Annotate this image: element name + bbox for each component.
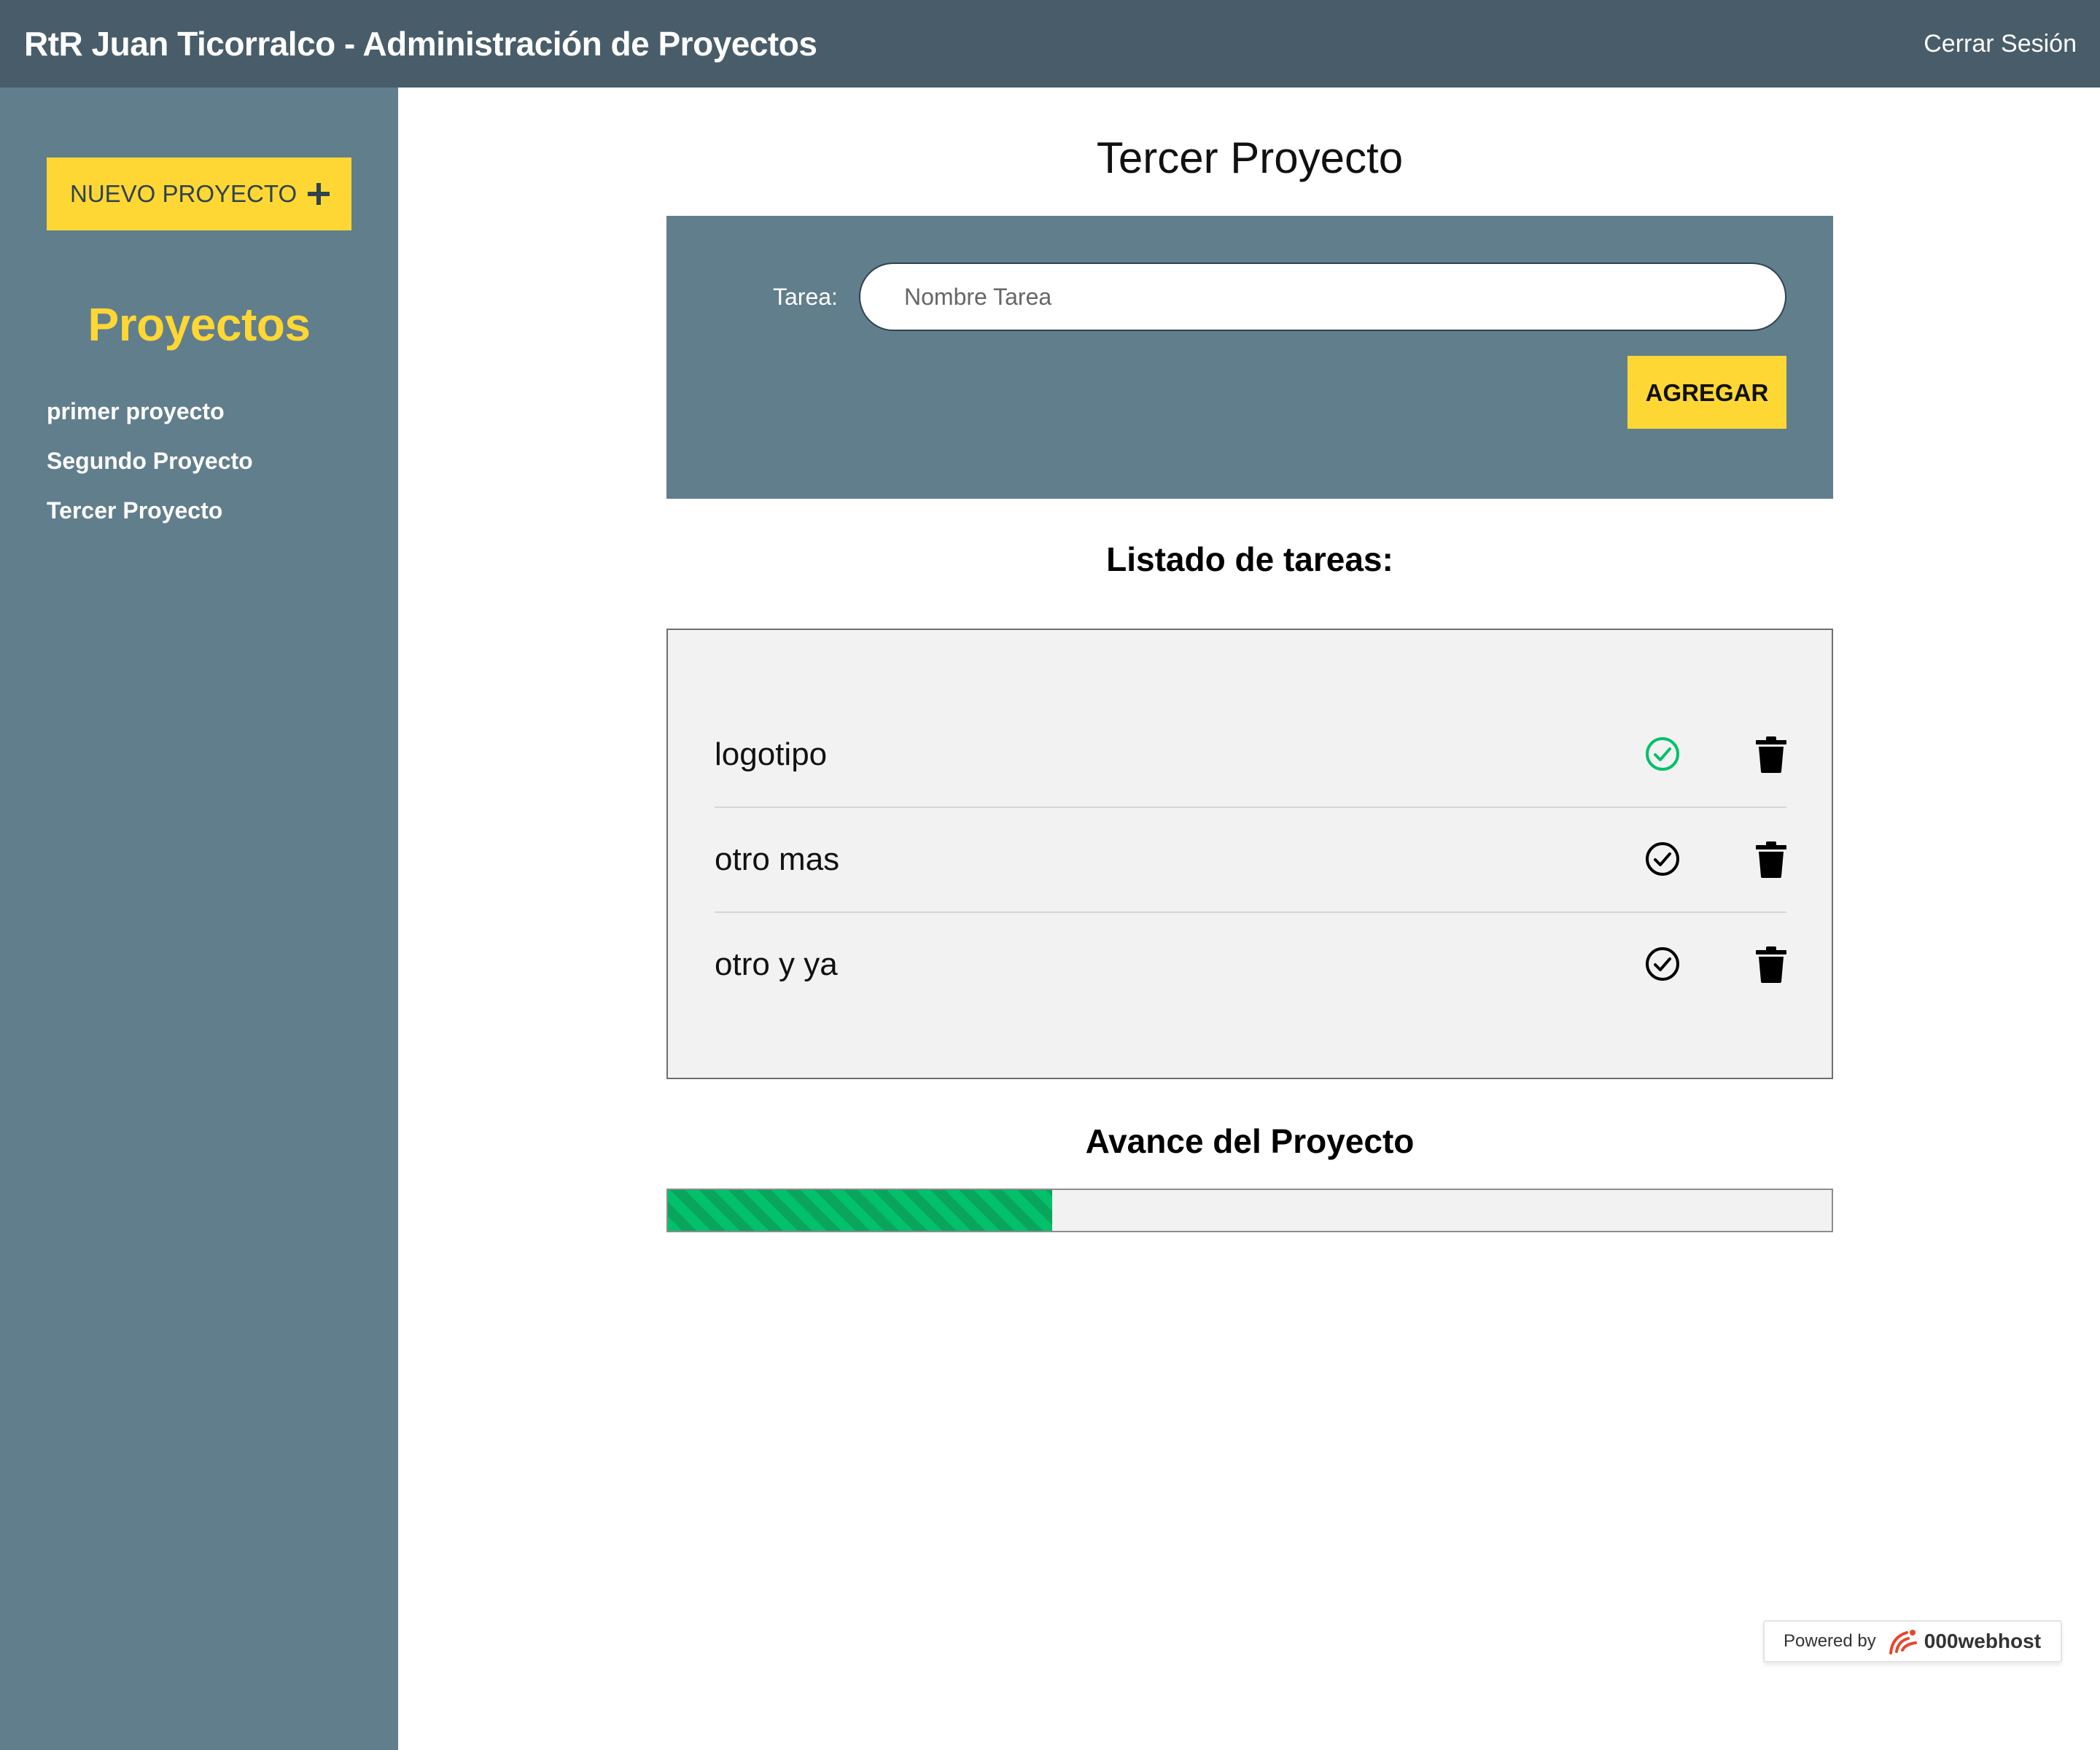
brand-name: 000webhost — [1924, 1630, 2042, 1652]
task-list: logotipo otro mas otro y ya — [715, 703, 1786, 1016]
new-project-label: NUEVO PROYECTO — [70, 180, 298, 207]
task-row: logotipo — [715, 703, 1786, 808]
check-circle-icon[interactable] — [1645, 736, 1680, 771]
sidebar-item-tercer-proyecto[interactable]: Tercer Proyecto — [47, 486, 253, 535]
powered-by-badge[interactable]: Powered by 000webhost — [1763, 1620, 2062, 1662]
page-title: Tercer Proyecto — [1096, 133, 1404, 182]
logout-link[interactable]: Cerrar Sesión — [1924, 0, 2077, 88]
task-row: otro y ya — [715, 913, 1786, 1016]
task-list-panel: logotipo otro mas otro y ya — [666, 629, 1833, 1079]
sidebar-item-segundo-proyecto[interactable]: Segundo Proyecto — [47, 436, 253, 486]
task-name: logotipo — [715, 736, 828, 772]
add-task-button[interactable]: AGREGAR — [1628, 356, 1786, 429]
trash-icon[interactable] — [1756, 946, 1786, 983]
webhost-logo-icon — [1889, 1630, 1917, 1654]
check-circle-icon[interactable] — [1645, 841, 1680, 876]
task-name-input[interactable] — [859, 262, 1786, 331]
app-title: RtR Juan Ticorralco - Administración de … — [24, 25, 817, 63]
task-name: otro y ya — [715, 946, 838, 982]
main-content: Tercer Proyecto Tarea: AGREGAR Listado d… — [398, 88, 2100, 1750]
new-project-button[interactable]: NUEVO PROYECTO — [47, 158, 351, 230]
task-label: Tarea: — [773, 284, 838, 310]
task-name: otro mas — [715, 841, 840, 877]
powered-by-text: Powered by — [1784, 1631, 1876, 1651]
progress-bar — [666, 1189, 1833, 1232]
plus-icon — [308, 183, 330, 205]
sidebar-item-primer-proyecto[interactable]: primer proyecto — [47, 386, 253, 436]
task-row: otro mas — [715, 808, 1786, 913]
top-bar: RtR Juan Ticorralco - Administración de … — [0, 0, 2100, 88]
progress-heading: Avance del Proyecto — [1085, 1122, 1415, 1160]
check-circle-icon[interactable] — [1645, 946, 1680, 981]
sidebar: NUEVO PROYECTO Proyectos primer proyecto… — [0, 88, 398, 1750]
trash-icon[interactable] — [1756, 736, 1786, 773]
project-list: primer proyecto Segundo Proyecto Tercer … — [47, 386, 253, 535]
trash-icon[interactable] — [1756, 841, 1786, 878]
sidebar-heading: Proyectos — [88, 298, 311, 351]
task-list-heading: Listado de tareas: — [1106, 540, 1393, 578]
progress-fill — [668, 1190, 1052, 1231]
